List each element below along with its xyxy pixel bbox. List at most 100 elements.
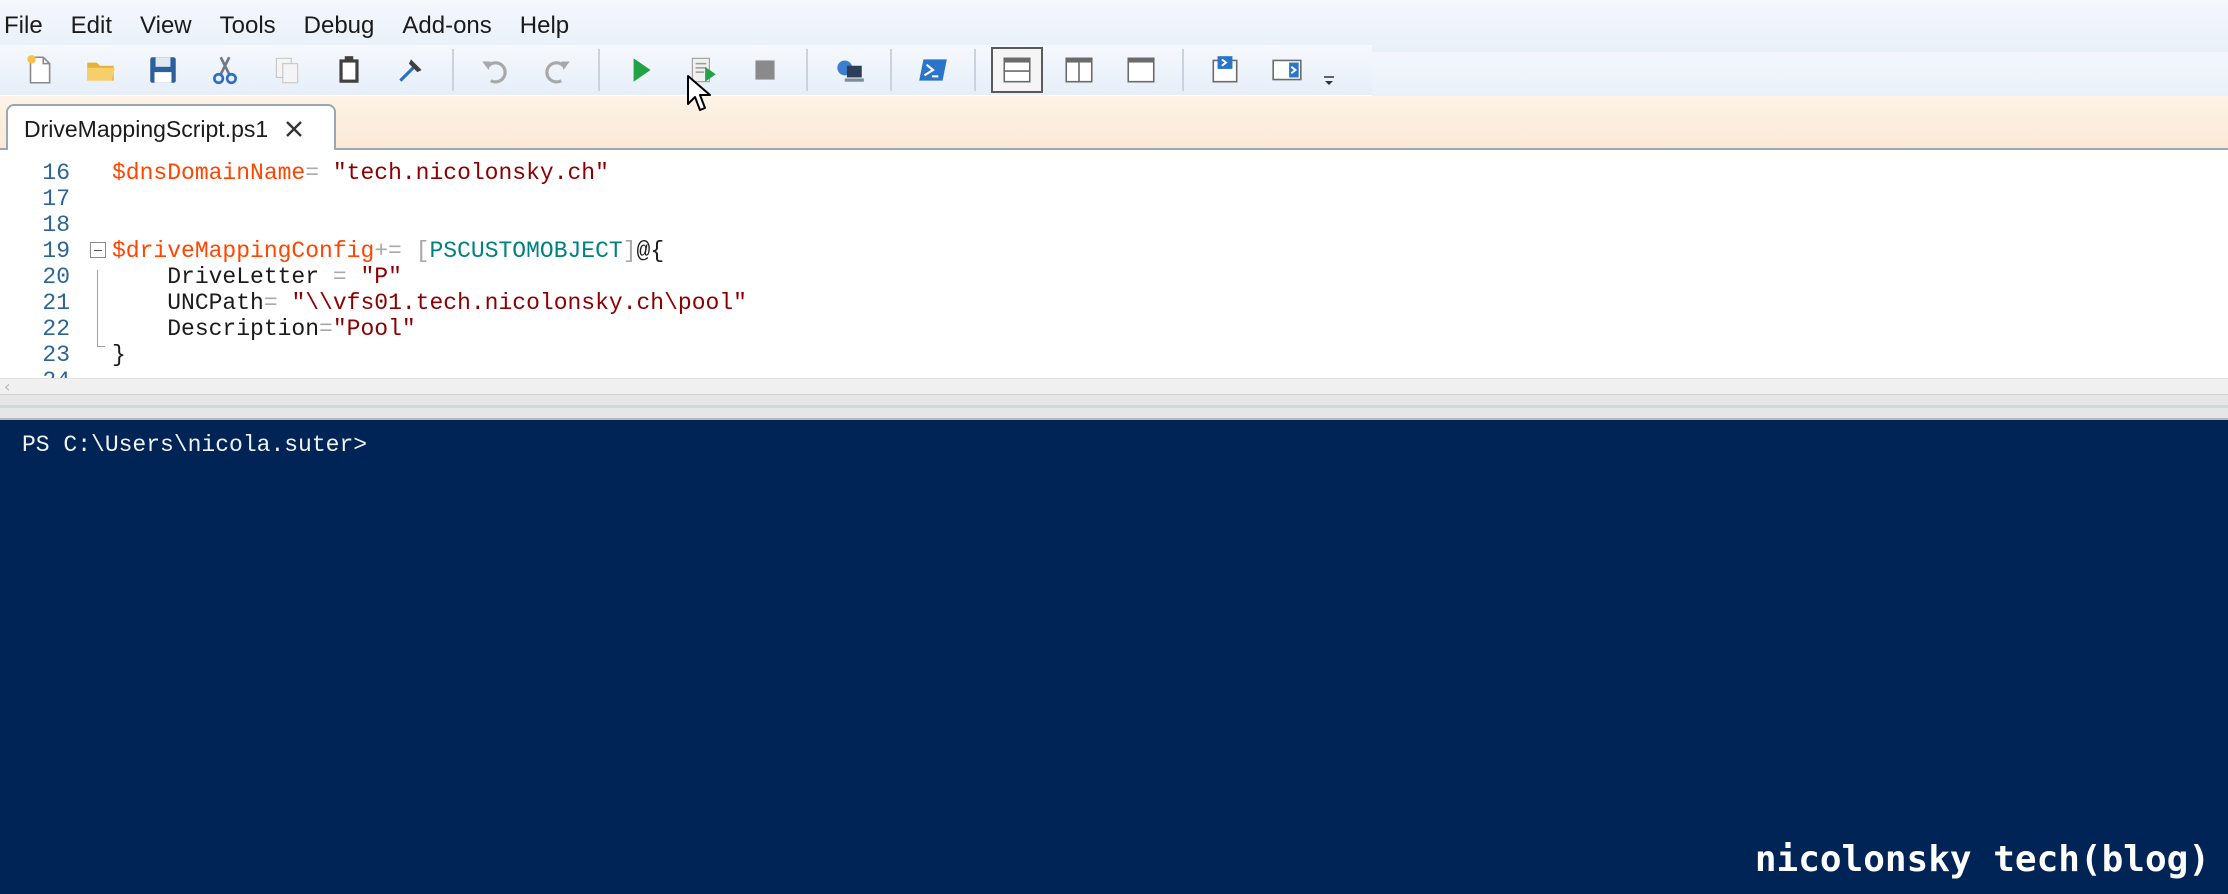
save-button[interactable] [137,47,189,93]
console-pane[interactable]: PS C:\Users\nicola.suter> nicolonsky tec… [0,420,2228,894]
line-number: 20 [42,264,70,290]
watermark-text: nicolonsky tech(blog) [1754,839,2210,880]
tab-strip: DriveMappingScript.ps1 [0,96,2228,152]
code-token-op: = [305,160,320,186]
code-text: UNCPath= "\\vfs01.tech.nicolonsky.ch\poo… [112,290,747,316]
line-number: 18 [42,212,70,238]
code-token-str: "\\vfs01.tech.nicolonsky.ch\pool" [291,290,747,316]
line-number: 21 [42,290,70,316]
code-line: 23} [0,342,2228,368]
scroll-left-icon[interactable]: ‹ [4,379,10,395]
code-token-str: "P" [360,264,402,290]
code-token-plain: DriveLetter [112,264,333,290]
code-line: 18 [0,212,2228,238]
menu-debug[interactable]: Debug [290,4,389,48]
code-text: $dnsDomainName= "tech.nicolonsky.ch" [112,160,609,186]
clear-console-button[interactable] [385,47,437,93]
show-script-pane-top-button[interactable] [991,47,1043,93]
script-editor[interactable]: 16 $dnsDomainName= "tech.nicolonsky.ch" 17… [0,150,2228,378]
code-token-op: = [263,290,278,316]
code-token-plain: Description [112,316,320,342]
toolbar-separator [890,49,892,91]
line-number: 24 [0,368,70,378]
stop-icon [755,60,775,80]
code-text: Description="Pool" [112,316,415,342]
fold-collapse-icon[interactable] [90,242,106,258]
line-number: 17 [42,186,70,212]
show-script-pane-maximized-button[interactable] [1115,47,1167,93]
undo-button[interactable] [469,47,521,93]
cut-icon [213,56,237,85]
chevron-down-icon [1324,76,1334,85]
tab-drive-mapping-script[interactable]: DriveMappingScript.ps1 [6,104,336,152]
show-script-pane-right-button[interactable] [1053,47,1105,93]
fold-guide-end [97,346,105,347]
new-script-button[interactable] [13,47,65,93]
toolbar-separator [1182,49,1184,91]
open-button[interactable] [75,47,127,93]
code-text: } [112,342,126,368]
horizontal-scrollbar[interactable]: ‹ [0,378,2228,395]
show-script-top-icon [1003,57,1031,83]
powershell-console-icon [919,59,947,81]
line-number: 19 [42,238,70,264]
code-token-plain: @{ [636,238,665,264]
copy-button[interactable] [261,47,313,93]
code-token-plain: } [112,342,126,368]
copy-icon [275,57,299,84]
new-script-icon [27,55,51,84]
toolbar-separator [974,49,976,91]
clear-console-icon [399,59,422,82]
remote-powershell-icon [837,60,864,82]
code-token-op: += [374,238,402,264]
console-prompt: PS C:\Users\nicola.suter> [22,432,368,458]
code-text: $driveMappingConfig+= [PSCUSTOMOBJECT]@{ [112,238,664,264]
run-script-icon [633,58,651,82]
save-icon [150,57,176,83]
line-number: 16 [42,160,70,186]
code-line: 20 DriveLetter = "P" [0,264,2228,290]
show-script-right-icon [1065,57,1093,83]
tab-label: DriveMappingScript.ps1 [24,115,269,142]
code-token-op: = [319,316,333,342]
show-command-window-icon [1212,56,1238,83]
run-script-button[interactable] [615,47,667,93]
menu-view[interactable]: View [126,4,206,48]
code-line: 24 [0,368,2228,378]
code-token-op: [ [415,238,430,264]
show-command-addon-icon [1272,59,1302,81]
show-command-addon-button[interactable] [1261,47,1313,93]
fold-guide [97,270,98,346]
stop-button[interactable] [739,47,791,93]
code-line: 17 [0,186,2228,212]
pane-splitter[interactable] [0,394,2228,420]
show-script-max-icon [1127,57,1155,83]
powershell-console-button[interactable] [907,47,959,93]
cut-button[interactable] [199,47,251,93]
paste-button[interactable] [323,47,375,93]
menu-help[interactable]: Help [506,4,583,48]
menu-tools[interactable]: Tools [206,4,290,48]
toolbar-separator [806,49,808,91]
line-number: 22 [42,316,70,342]
menu-add-ons[interactable]: Add-ons [388,4,505,48]
toolbar-separator [452,49,454,91]
line-number: 23 [42,342,70,368]
paste-icon [339,56,359,83]
redo-button[interactable] [531,47,583,93]
code-text: DriveLetter = "P" [112,264,402,290]
menu-file[interactable]: File [4,4,57,48]
close-icon[interactable] [282,117,306,141]
menu-edit[interactable]: Edit [57,4,126,48]
code-line: 21 UNCPath= "\\vfs01.tech.nicolonsky.ch\… [0,290,2228,316]
remote-powershell-button[interactable] [823,47,875,93]
toolbar-overflow-button[interactable] [1318,47,1340,93]
mouse-cursor-icon [687,75,711,111]
code-token-str: "tech.nicolonsky.ch" [332,160,609,186]
code-token-var: $driveMappingConfig [112,238,375,264]
show-command-window-button[interactable] [1199,47,1251,93]
